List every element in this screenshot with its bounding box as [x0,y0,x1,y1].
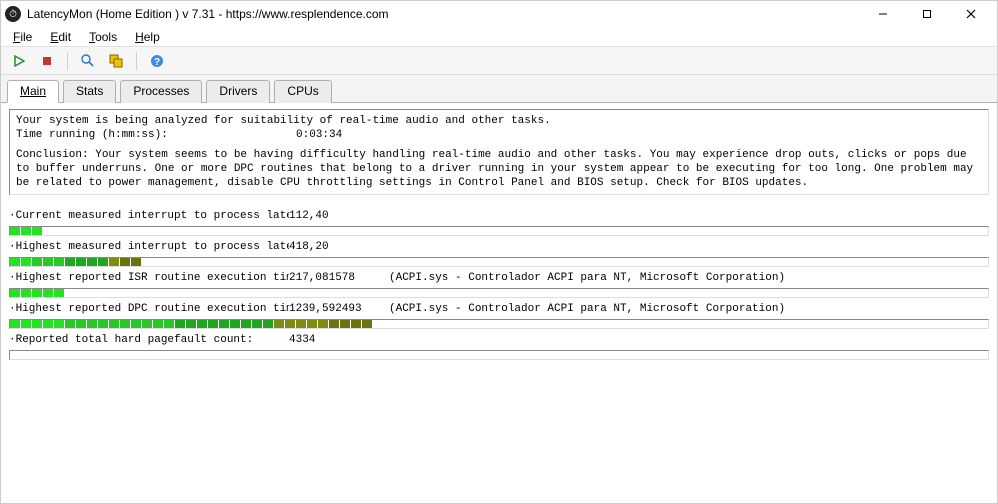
metrics-list: ·Current measured interrupt to process l… [9,205,989,503]
metric-value: 4334 [289,333,389,347]
metric-bar [9,350,989,360]
tab-stats[interactable]: Stats [63,80,116,103]
titlebar: ⏱ LatencyMon (Home Edition ) v 7.31 - ht… [1,1,997,27]
window-controls [861,1,993,27]
app-icon: ⏱ [5,6,21,22]
help-button[interactable]: ? [145,50,169,72]
conclusion-text: Conclusion: Your system seems to be havi… [16,148,982,190]
metric-row: ·Reported total hard pagefault count:433… [9,333,989,360]
time-running-label: Time running (h:mm:ss): [16,128,296,142]
metric-value: 217,081578 [289,271,389,285]
metric-note [389,240,989,254]
menu-tools[interactable]: Tools [81,28,125,46]
stop-icon [41,55,53,67]
metric-note: (ACPI.sys - Controlador ACPI para NT, Mi… [389,302,989,316]
metric-bar [9,288,989,298]
metric-bar [9,257,989,267]
metric-note: (ACPI.sys - Controlador ACPI para NT, Mi… [389,271,989,285]
svg-text:?: ? [154,57,160,68]
analysis-box: Your system is being analyzed for suitab… [9,109,989,195]
tab-drivers[interactable]: Drivers [206,80,270,103]
metric-label: ·Highest reported ISR routine execution … [9,271,289,285]
toolbar-separator [67,52,68,70]
menu-file[interactable]: File [5,28,40,46]
tab-processes[interactable]: Processes [120,80,202,103]
metric-row: ·Highest measured interrupt to process l… [9,240,989,267]
time-running-value: 0:03:34 [296,128,342,142]
menubar: File Edit Tools Help [1,27,997,47]
metric-value: 112,40 [289,209,389,223]
toolbar-separator-2 [136,52,137,70]
metric-row: ·Highest reported ISR routine execution … [9,271,989,298]
magnifier-icon [81,54,95,68]
metric-note [389,333,989,347]
windows-icon [109,54,123,68]
metric-row: ·Current measured interrupt to process l… [9,209,989,236]
play-icon [13,55,25,67]
toolbar: ? [1,47,997,75]
window-title: LatencyMon (Home Edition ) v 7.31 - http… [27,7,861,21]
metric-label: ·Reported total hard pagefault count: [9,333,289,347]
metric-label: ·Highest measured interrupt to process l… [9,240,289,254]
maximize-button[interactable] [905,1,949,27]
tab-main[interactable]: Main [7,80,59,103]
help-icon: ? [150,54,164,68]
processes-button[interactable] [104,50,128,72]
metric-label: ·Current measured interrupt to process l… [9,209,289,223]
metric-value: 418,20 [289,240,389,254]
tab-cpus[interactable]: CPUs [274,80,331,103]
metric-value: 1239,592493 [289,302,389,316]
minimize-button[interactable] [861,1,905,27]
metric-bar [9,319,989,329]
menu-help[interactable]: Help [127,28,168,46]
stop-button[interactable] [35,50,59,72]
metric-row: ·Highest reported DPC routine execution … [9,302,989,329]
analysis-line: Your system is being analyzed for suitab… [16,114,982,128]
menu-edit[interactable]: Edit [42,28,79,46]
metric-note [389,209,989,223]
close-button[interactable] [949,1,993,27]
report-button[interactable] [76,50,100,72]
metric-label: ·Highest reported DPC routine execution … [9,302,289,316]
tabs: Main Stats Processes Drivers CPUs [1,75,997,103]
start-button[interactable] [7,50,31,72]
main-panel: Your system is being analyzed for suitab… [1,103,997,503]
metric-bar [9,226,989,236]
